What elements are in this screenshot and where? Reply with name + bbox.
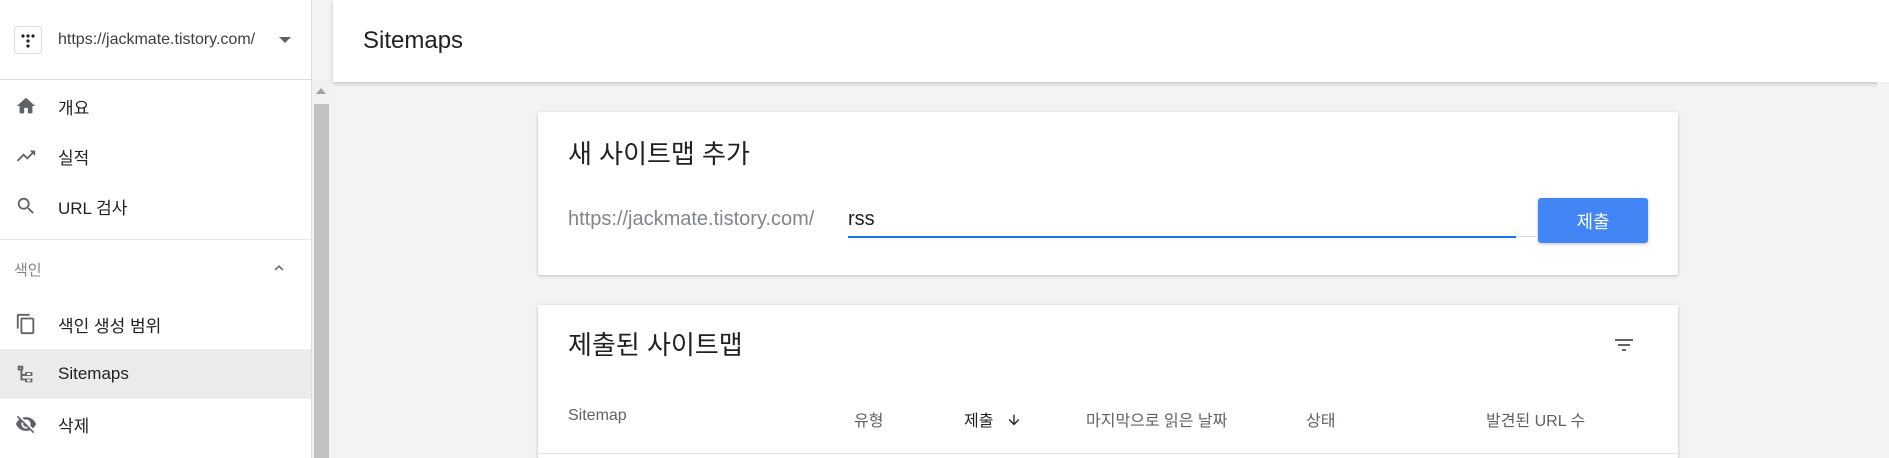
trending-up-icon <box>14 144 38 168</box>
page-header: Sitemaps <box>333 0 1889 82</box>
copy-icon <box>14 312 38 336</box>
sidebar-item-removals[interactable]: 삭제 <box>0 399 311 449</box>
sidebar-nav: 개요 실적 URL 검사 색인 색인 생성 범위 Sitemaps 삭제 <box>0 81 311 458</box>
sidebar: https://jackmate.tistory.com/ 개요 실적 URL … <box>0 0 312 458</box>
table-header-divider <box>538 453 1678 454</box>
sidebar-item-label: 색인 생성 범위 <box>58 316 162 336</box>
sidebar-item-label: 실적 <box>58 148 90 168</box>
sidebar-scroll-thumb[interactable] <box>314 104 329 458</box>
chevron-up-icon <box>270 259 288 281</box>
sidebar-item-overview[interactable]: 개요 <box>0 81 311 131</box>
sitemap-url-prefix: https://jackmate.tistory.com/ <box>568 208 815 230</box>
sitemap-icon <box>14 362 38 386</box>
column-header-submitted[interactable]: 제출 <box>964 407 1022 431</box>
sidebar-item-label: URL 검사 <box>58 198 128 218</box>
page-title: Sitemaps <box>363 27 464 54</box>
column-header-last-read[interactable]: 마지막으로 읽은 날짜 <box>1086 407 1227 431</box>
column-header-label: 제출 <box>964 413 994 430</box>
visibility-off-icon <box>14 412 38 436</box>
sidebar-section-index[interactable]: 색인 <box>0 239 311 299</box>
property-selector[interactable]: https://jackmate.tistory.com/ <box>0 0 311 80</box>
submit-button[interactable]: 제출 <box>1538 198 1648 243</box>
sitemap-url-input[interactable] <box>848 202 1516 238</box>
add-sitemap-card: 새 사이트맵 추가 https://jackmate.tistory.com/ … <box>538 112 1678 275</box>
section-label: 색인 <box>14 262 42 279</box>
main-scrollbar[interactable] <box>1877 82 1889 458</box>
sidebar-item-label: Sitemaps <box>58 364 129 383</box>
column-header-type[interactable]: 유형 <box>854 407 883 431</box>
sidebar-item-coverage[interactable]: 색인 생성 범위 <box>0 299 311 349</box>
tistory-logo-icon <box>14 25 42 54</box>
submitted-sitemaps-title: 제출된 사이트맵 <box>568 330 743 360</box>
sidebar-item-performance[interactable]: 실적 <box>0 131 311 181</box>
sidebar-item-sitemaps[interactable]: Sitemaps <box>0 349 311 399</box>
sidebar-item-label: 개요 <box>58 98 90 118</box>
home-icon <box>14 94 38 118</box>
add-sitemap-title: 새 사이트맵 추가 <box>568 139 750 169</box>
column-header-discovered-urls[interactable]: 발견된 URL 수 <box>1486 407 1585 431</box>
input-underline <box>1516 236 1536 237</box>
sidebar-item-url-inspection[interactable]: URL 검사 <box>0 181 311 231</box>
sidebar-item-label: 삭제 <box>58 416 90 436</box>
scroll-up-arrow-icon[interactable] <box>316 88 326 94</box>
submitted-sitemaps-card: 제출된 사이트맵 Sitemap 유형 제출 마지막으로 읽은 날짜 상태 발견… <box>538 305 1678 458</box>
column-header-sitemap[interactable]: Sitemap <box>568 407 627 425</box>
arrow-down-icon <box>1008 414 1020 426</box>
filter-icon[interactable] <box>1612 333 1636 357</box>
table-header: Sitemap 유형 제출 마지막으로 읽은 날짜 상태 발견된 URL 수 <box>538 395 1678 435</box>
chevron-down-icon[interactable] <box>279 36 291 43</box>
property-url: https://jackmate.tistory.com/ <box>58 30 256 48</box>
search-icon <box>14 194 38 218</box>
column-header-status[interactable]: 상태 <box>1306 407 1335 431</box>
